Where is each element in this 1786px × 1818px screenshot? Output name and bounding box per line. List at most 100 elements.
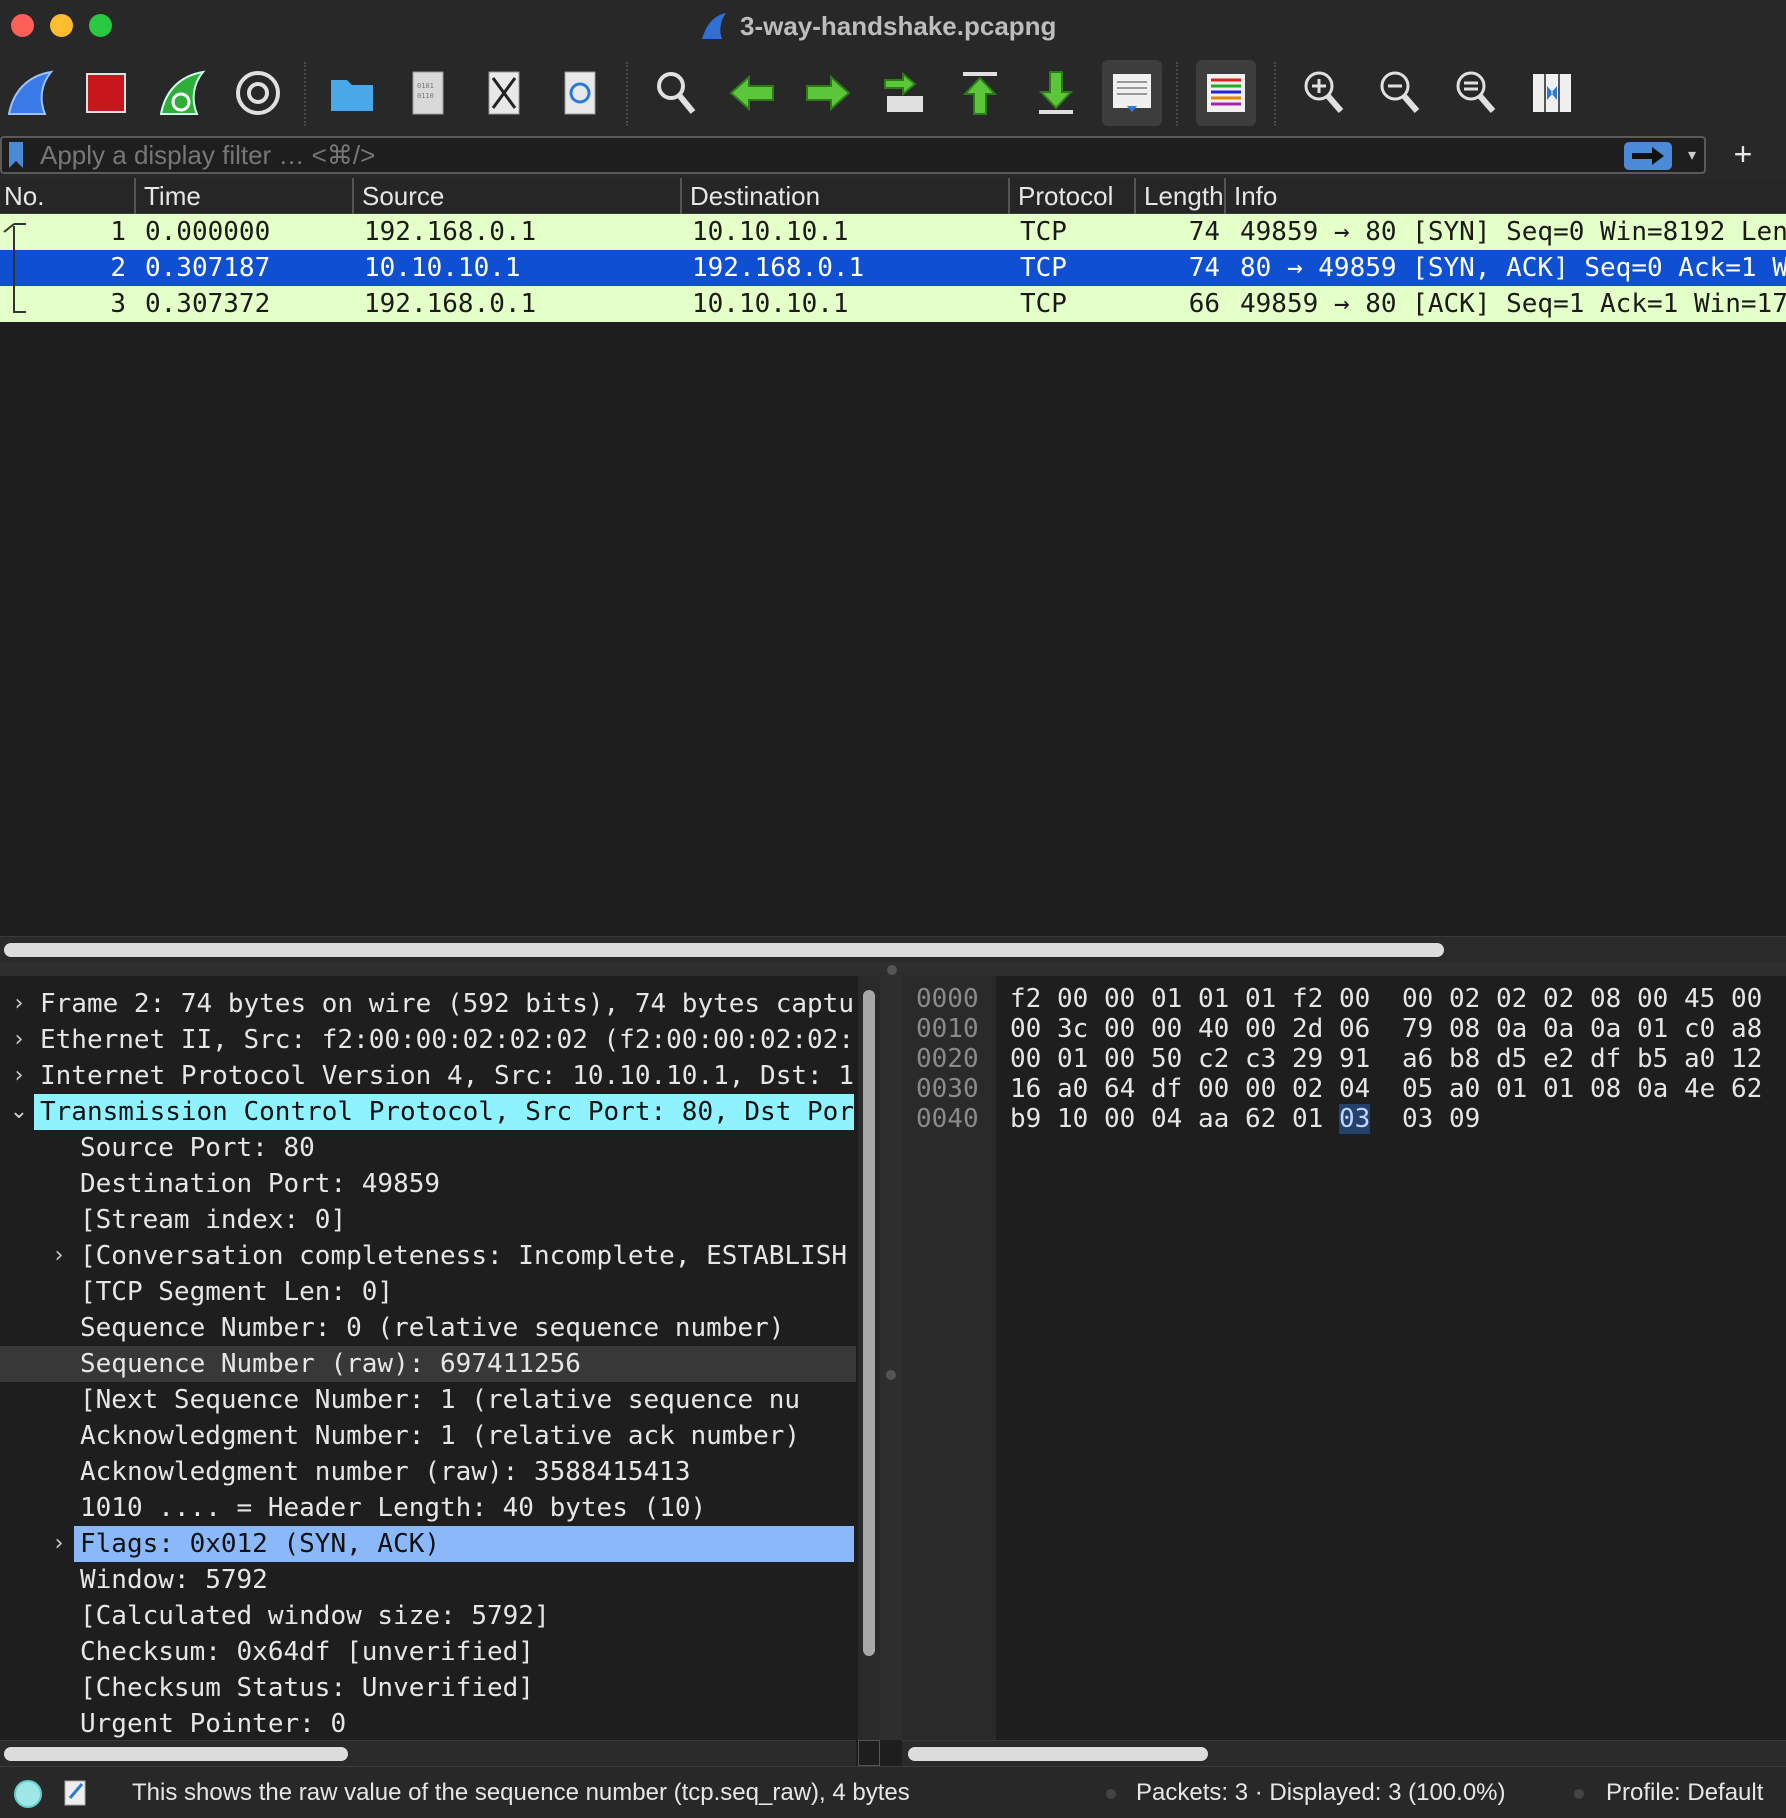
detail-row[interactable]: [TCP Segment Len: 0] <box>0 1274 856 1310</box>
scrollbar-thumb[interactable] <box>4 1747 348 1761</box>
hex-byte[interactable]: 00 <box>1010 1044 1041 1074</box>
display-filter-input[interactable] <box>40 140 1600 170</box>
column-header-source[interactable]: Source <box>352 178 680 214</box>
filter-dropdown-icon[interactable]: ▾ <box>1682 144 1702 166</box>
hex-byte[interactable]: b8 <box>1449 1044 1480 1074</box>
hex-byte[interactable]: 00 <box>1245 1014 1276 1044</box>
hex-byte[interactable]: 62 <box>1731 1074 1762 1104</box>
hex-byte[interactable]: 02 <box>1292 1074 1323 1104</box>
detail-row[interactable]: › [Conversation completeness: Incomplete,… <box>0 1238 856 1274</box>
splitter-handle-icon[interactable] <box>886 1370 896 1380</box>
hex-byte[interactable]: 12 <box>1731 1044 1762 1074</box>
detail-row[interactable]: Source Port: 80 <box>0 1130 856 1166</box>
capture-comment-icon[interactable] <box>62 1778 90 1808</box>
hex-byte[interactable]: c3 <box>1245 1044 1276 1074</box>
restart-capture-icon[interactable] <box>152 60 212 126</box>
detail-row[interactable]: 1010 .... = Header Length: 40 bytes (10) <box>0 1490 856 1526</box>
chevron-right-icon[interactable]: › <box>4 986 34 1022</box>
packet-row[interactable]: 1 0.000000 192.168.0.1 10.10.10.1 TCP 74… <box>0 214 1786 250</box>
chevron-right-icon[interactable]: › <box>4 1022 34 1058</box>
detail-row[interactable]: Urgent Pointer: 0 <box>0 1706 856 1740</box>
detail-row[interactable]: › Ethernet II, Src: f2:00:00:02:02:02 (f2… <box>0 1022 856 1058</box>
hex-byte[interactable]: 0a <box>1496 1014 1527 1044</box>
hex-byte[interactable]: 08 <box>1449 1014 1480 1044</box>
hex-byte[interactable]: a6 <box>1402 1044 1433 1074</box>
hex-byte[interactable]: df <box>1590 1044 1621 1074</box>
detail-row[interactable]: [Next Sequence Number: 1 (relative seque… <box>0 1382 856 1418</box>
packet-row-selected[interactable]: 2 0.307187 10.10.10.1 192.168.0.1 TCP 74… <box>0 250 1786 286</box>
resize-columns-icon[interactable] <box>1522 60 1582 126</box>
column-header-protocol[interactable]: Protocol <box>1008 178 1134 214</box>
hex-byte[interactable]: 01 <box>1292 1104 1323 1134</box>
hex-byte[interactable]: 79 <box>1402 1014 1433 1044</box>
packet-list-horizontal-scrollbar[interactable] <box>0 936 1786 962</box>
hex-byte[interactable]: 05 <box>1402 1074 1433 1104</box>
close-file-icon[interactable] <box>474 60 534 126</box>
hex-byte[interactable]: 02 <box>1543 984 1574 1014</box>
zoom-in-icon[interactable] <box>1294 60 1354 126</box>
normal-size-icon[interactable] <box>1446 60 1506 126</box>
hex-byte[interactable]: a0 <box>1057 1074 1088 1104</box>
hex-byte[interactable]: 09 <box>1449 1104 1480 1134</box>
maximize-window-button[interactable] <box>89 14 112 37</box>
hex-byte[interactable]: 45 <box>1684 984 1715 1014</box>
auto-scroll-icon[interactable] <box>1102 60 1162 126</box>
hex-byte[interactable]: b5 <box>1637 1044 1668 1074</box>
details-vertical-scrollbar[interactable] <box>858 976 880 1740</box>
chevron-down-icon[interactable]: ⌄ <box>4 1094 34 1130</box>
hex-byte[interactable]: 08 <box>1590 1074 1621 1104</box>
hex-byte[interactable]: 2d <box>1292 1014 1323 1044</box>
detail-row[interactable]: [Checksum Status: Unverified] <box>0 1670 856 1706</box>
details-bytes-splitter[interactable] <box>880 976 902 1740</box>
hex-byte[interactable]: 0a <box>1543 1014 1574 1044</box>
hex-byte[interactable]: 00 <box>1104 1044 1135 1074</box>
reload-file-icon[interactable] <box>550 60 610 126</box>
scrollbar-thumb[interactable] <box>908 1747 1208 1761</box>
detail-row[interactable]: › Internet Protocol Version 4, Src: 10.10… <box>0 1058 856 1094</box>
hex-byte[interactable]: f2 <box>1010 984 1041 1014</box>
hex-byte[interactable]: c0 <box>1684 1014 1715 1044</box>
detail-row[interactable]: Destination Port: 49859 <box>0 1166 856 1202</box>
colorize-icon[interactable] <box>1196 60 1256 126</box>
zoom-out-icon[interactable] <box>1370 60 1430 126</box>
hex-byte[interactable]: f2 <box>1292 984 1323 1014</box>
hex-byte[interactable]: 62 <box>1245 1104 1276 1134</box>
hex-byte[interactable]: 00 <box>1057 984 1088 1014</box>
expert-info-icon[interactable] <box>14 1780 42 1808</box>
pane-splitter[interactable] <box>0 962 1786 976</box>
hex-byte[interactable]: 04 <box>1339 1074 1370 1104</box>
detail-row[interactable]: Acknowledgment Number: 1 (relative ack n… <box>0 1418 856 1454</box>
hex-byte[interactable]: 02 <box>1449 984 1480 1014</box>
close-window-button[interactable] <box>11 14 34 37</box>
hex-byte[interactable]: 64 <box>1104 1074 1135 1104</box>
go-to-packet-icon[interactable] <box>874 60 934 126</box>
detail-row[interactable]: Checksum: 0x64df [unverified] <box>0 1634 856 1670</box>
hex-byte[interactable]: 01 <box>1543 1074 1574 1104</box>
detail-row[interactable]: › Frame 2: 74 bytes on wire (592 bits), 7… <box>0 986 856 1022</box>
start-capture-icon[interactable] <box>0 60 60 126</box>
column-header-destination[interactable]: Destination <box>680 178 1008 214</box>
column-header-time[interactable]: Time <box>134 178 352 214</box>
add-filter-button-icon[interactable]: + <box>1726 134 1760 174</box>
hex-byte[interactable]: 16 <box>1010 1074 1041 1104</box>
hex-byte[interactable]: 29 <box>1292 1044 1323 1074</box>
detail-row[interactable]: Sequence Number (raw): 697411256 <box>0 1346 856 1382</box>
minimize-window-button[interactable] <box>50 14 73 37</box>
apply-filter-arrow-icon[interactable] <box>1624 142 1672 170</box>
detail-row[interactable]: ⌄ Transmission Control Protocol, Src Port… <box>0 1094 856 1130</box>
go-back-icon[interactable] <box>722 60 782 126</box>
bookmark-icon[interactable] <box>8 141 24 169</box>
column-header-info[interactable]: Info <box>1224 178 1786 214</box>
go-forward-icon[interactable] <box>798 60 858 126</box>
hex-byte[interactable]: 00 <box>1339 984 1370 1014</box>
detail-row[interactable]: [Stream index: 0] <box>0 1202 856 1238</box>
detail-row[interactable]: Sequence Number: 0 (relative sequence nu… <box>0 1310 856 1346</box>
hex-byte[interactable]: 3c <box>1057 1014 1088 1044</box>
hex-byte[interactable]: 00 <box>1151 1014 1182 1044</box>
hex-byte[interactable]: 0a <box>1590 1014 1621 1044</box>
capture-options-icon[interactable] <box>228 60 288 126</box>
hex-byte-selected[interactable]: 03 <box>1339 1104 1371 1134</box>
bytes-horizontal-scrollbar[interactable] <box>902 1740 1786 1766</box>
packet-row[interactable]: 3 0.307372 192.168.0.1 10.10.10.1 TCP 66… <box>0 286 1786 322</box>
hex-byte[interactable]: 01 <box>1245 984 1276 1014</box>
